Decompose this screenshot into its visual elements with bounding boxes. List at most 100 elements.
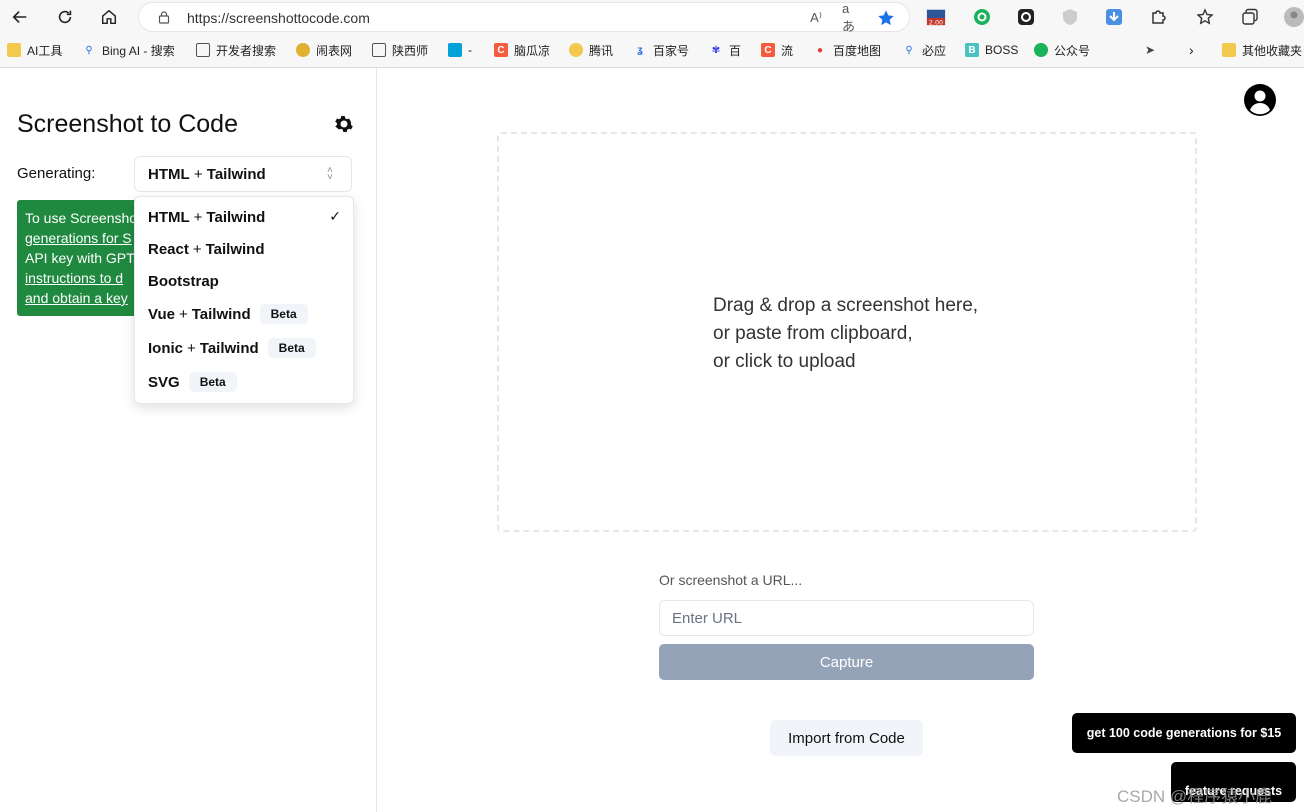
main-panel: Drag & drop a screenshot here, or paste … — [377, 68, 1304, 812]
dropzone-instructions: Drag & drop a screenshot here, or paste … — [713, 292, 978, 376]
extension-green-icon[interactable] — [972, 7, 992, 27]
favorite-star-icon[interactable] — [877, 9, 895, 27]
bookmarks-bar: AI工具 ⚲ Bing AI - 搜索 开发者搜索 闹表网 陕西师 - C 脑瓜凉 … — [0, 36, 1304, 62]
beta-badge: Beta — [188, 372, 237, 392]
bookmark-label: 百家号 — [653, 43, 690, 58]
option-name: HTML — [148, 208, 190, 226]
home-button[interactable] — [97, 5, 121, 29]
refresh-button[interactable] — [53, 5, 77, 29]
extension-link-icon[interactable] — [1016, 7, 1036, 27]
extension-speed-icon[interactable]: 2.00 — [926, 7, 946, 27]
bookmark-label: 流 — [781, 43, 794, 58]
translate-icon[interactable]: aあ — [842, 1, 860, 34]
option-plus: + — [187, 339, 196, 357]
favorites-icon[interactable] — [1196, 7, 1216, 27]
option-react-tailwind[interactable]: React + Tailwind — [135, 234, 355, 264]
bookmark-label: AI工具 — [27, 43, 63, 58]
site-icon: ʓ — [637, 44, 643, 56]
chevron-right-icon[interactable]: › — [1189, 40, 1194, 60]
collections-icon[interactable] — [1240, 7, 1260, 27]
wechat-icon — [1034, 43, 1048, 57]
drop-line: Drag & drop a screenshot here, — [713, 295, 979, 316]
c-icon: C — [494, 43, 508, 57]
option-html-tailwind[interactable]: HTML + Tailwind ✓ — [135, 202, 355, 232]
stack-select[interactable]: HTML + Tailwind ˄ ˅ — [134, 156, 352, 192]
screenshot-dropzone[interactable]: Drag & drop a screenshot here, or paste … — [497, 132, 1197, 532]
option-name: React — [148, 240, 189, 258]
option-framework: Tailwind — [191, 305, 251, 323]
bell-icon — [569, 43, 583, 57]
drop-line: or paste from clipboard, — [713, 323, 913, 344]
extensions-puzzle-icon[interactable] — [1148, 7, 1168, 27]
generating-label: Generating: — [17, 165, 96, 182]
baidu-icon: ✾ — [711, 44, 721, 56]
bookmark-dev-search[interactable]: 开发者搜索 — [196, 40, 276, 60]
bookmark-other-favorites[interactable]: 其他收藏夹 — [1222, 40, 1302, 60]
search-icon: ⚲ — [905, 44, 913, 56]
profile-icon[interactable] — [1284, 7, 1304, 27]
option-framework: Tailwind — [199, 339, 259, 357]
bookmark-tencent[interactable]: 腾讯 — [569, 40, 613, 60]
extension-download-icon[interactable] — [1104, 7, 1124, 27]
bookmark-label: 其他收藏夹 — [1242, 43, 1303, 58]
option-plus: + — [193, 208, 203, 226]
option-name: Bootstrap — [148, 272, 219, 290]
option-framework: Tailwind — [205, 240, 265, 258]
bookmark-boss[interactable]: B BOSS — [965, 40, 1018, 60]
bookmark-naobiao[interactable]: 闹表网 — [296, 40, 352, 60]
bookmark-naogualiang[interactable]: C 脑瓜凉 — [494, 40, 550, 60]
bookmark-ai-tools[interactable]: AI工具 — [7, 40, 62, 60]
bookmark-label: 开发者搜索 — [216, 43, 277, 58]
back-button[interactable] — [8, 5, 32, 29]
user-avatar-icon[interactable] — [1244, 84, 1276, 116]
import-from-code-button[interactable]: Import from Code — [770, 720, 923, 756]
settings-gear-icon[interactable] — [334, 114, 354, 134]
beta-badge: Beta — [259, 304, 308, 324]
stack-dropdown: HTML + Tailwind ✓ React + Tailwind Bootstrap… — [134, 196, 354, 404]
refresh-icon — [58, 10, 72, 24]
url-label: Or screenshot a URL... — [659, 572, 803, 588]
bookmark-label: 闹表网 — [316, 43, 353, 58]
option-vue-tailwind[interactable]: Vue + Tailwind Beta — [135, 299, 355, 329]
option-svg[interactable]: SVG Beta — [135, 367, 355, 397]
bookmark-baijiahao[interactable]: ʓ 百家号 — [633, 40, 689, 60]
beta-badge: Beta — [267, 338, 316, 358]
promo-button[interactable]: get 100 code generations for $15 — [1072, 713, 1296, 753]
site-icon — [296, 43, 310, 57]
bookmark-label: BOSS — [985, 43, 1019, 57]
selected-plus: + — [193, 166, 203, 183]
url-text: https://screenshottocode.com — [187, 10, 370, 26]
app-title: Screenshot to Code — [17, 110, 238, 138]
bookmark-label: 百度地图 — [833, 43, 882, 58]
bookmark-bilibili[interactable]: - — [448, 40, 472, 60]
ext-badge-text: 2.00 — [929, 19, 943, 26]
selected-primary: HTML — [148, 166, 190, 183]
bookmark-label: - — [468, 43, 472, 57]
c-icon: C — [761, 43, 775, 57]
sidebar: Screenshot to Code Generating: HTML + Ta… — [0, 68, 377, 812]
extension-shield-icon[interactable] — [1060, 7, 1080, 27]
bookmark-wechat[interactable]: 公众号 — [1034, 40, 1090, 60]
map-pin-icon: ● — [816, 44, 824, 56]
option-bootstrap[interactable]: Bootstrap — [135, 266, 355, 296]
bookmark-liu[interactable]: C流 — [761, 40, 793, 60]
bookmark-bing[interactable]: ⚲ 必应 — [902, 40, 946, 60]
bookmark-baidu[interactable]: ✾ 百 — [709, 40, 741, 60]
lock-icon — [158, 11, 170, 24]
option-ionic-tailwind[interactable]: Ionic + Tailwind Beta — [135, 333, 355, 363]
bookmark-label: 公众号 — [1054, 43, 1091, 58]
url-input[interactable] — [659, 600, 1034, 636]
checkmark-icon: ✓ — [329, 208, 341, 224]
address-bar[interactable]: https://screenshottocode.com A⁾ aあ — [138, 1, 910, 34]
read-aloud-icon[interactable]: A⁾ — [807, 9, 825, 27]
browser-chrome: https://screenshottocode.com A⁾ aあ 2.00 … — [0, 0, 1304, 68]
bookmark-baidu-map[interactable]: ● 百度地图 — [813, 40, 881, 60]
bookmark-bing-ai[interactable]: ⚲ Bing AI - 搜索 — [82, 40, 174, 60]
page-icon — [372, 43, 386, 57]
option-framework: Tailwind — [206, 208, 266, 226]
capture-button[interactable]: Capture — [659, 644, 1034, 680]
bookmark-shaanxi[interactable]: 陕西师 — [372, 40, 428, 60]
stack-select-value: HTML + Tailwind — [148, 166, 266, 183]
bilibili-icon — [448, 43, 462, 57]
option-name: Vue — [148, 305, 175, 323]
